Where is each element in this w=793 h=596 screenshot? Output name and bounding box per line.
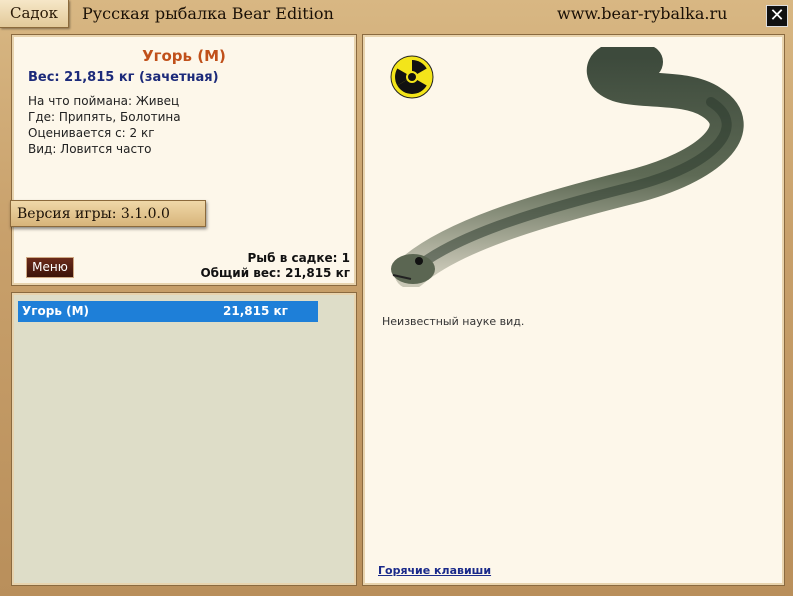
fish-weight: Вес: 21,815 кг (зачетная) bbox=[28, 70, 219, 85]
game-version-badge: Версия игры: 3.1.0.0 bbox=[10, 200, 206, 227]
keepnet-totals: Рыб в садке: 1 Общий вес: 21,815 кг bbox=[200, 251, 350, 281]
total-weight: Общий вес: 21,815 кг bbox=[200, 266, 350, 280]
tab-sadok[interactable]: Садок bbox=[0, 0, 69, 28]
fish-description: Неизвестный науке вид. bbox=[382, 315, 525, 328]
eel-image bbox=[391, 47, 744, 287]
bait-line: На что поймана: Живец bbox=[28, 94, 180, 108]
menu-button[interactable]: Меню bbox=[26, 257, 74, 278]
fish-info-panel: Угорь (М) Вес: 21,815 кг (зачетная) На ч… bbox=[10, 34, 357, 286]
fish-details: На что поймана: Живец Где: Припять, Боло… bbox=[28, 93, 181, 157]
fish-title: Угорь (М) bbox=[142, 47, 226, 65]
site-url: www.bear-rybalka.ru bbox=[557, 4, 728, 23]
list-item[interactable]: Угорь (М) 21,815 кг bbox=[18, 301, 318, 322]
fish-detail-panel: Неизвестный науке вид. Горячие клавиши bbox=[362, 34, 785, 586]
location-line: Где: Припять, Болотина bbox=[28, 110, 181, 124]
game-window: Садок Русская рыбалка Bear Edition www.b… bbox=[0, 0, 793, 596]
title-bar: Садок Русская рыбалка Bear Edition www.b… bbox=[0, 0, 793, 32]
rated-line: Оценивается с: 2 кг bbox=[28, 126, 155, 140]
hotkeys-link[interactable]: Горячие клавиши bbox=[378, 564, 491, 577]
close-button[interactable]: ✕ bbox=[766, 5, 788, 27]
list-item-name: Угорь (М) bbox=[22, 304, 90, 318]
fish-count: Рыб в садке: 1 bbox=[247, 251, 351, 265]
radiation-icon bbox=[390, 55, 434, 99]
list-item-weight: 21,815 кг bbox=[223, 304, 288, 318]
app-title: Русская рыбалка Bear Edition bbox=[82, 4, 334, 23]
close-icon: ✕ bbox=[769, 5, 785, 26]
fish-list-panel: Угорь (М) 21,815 кг bbox=[11, 292, 357, 586]
kind-line: Вид: Ловится часто bbox=[28, 142, 152, 156]
